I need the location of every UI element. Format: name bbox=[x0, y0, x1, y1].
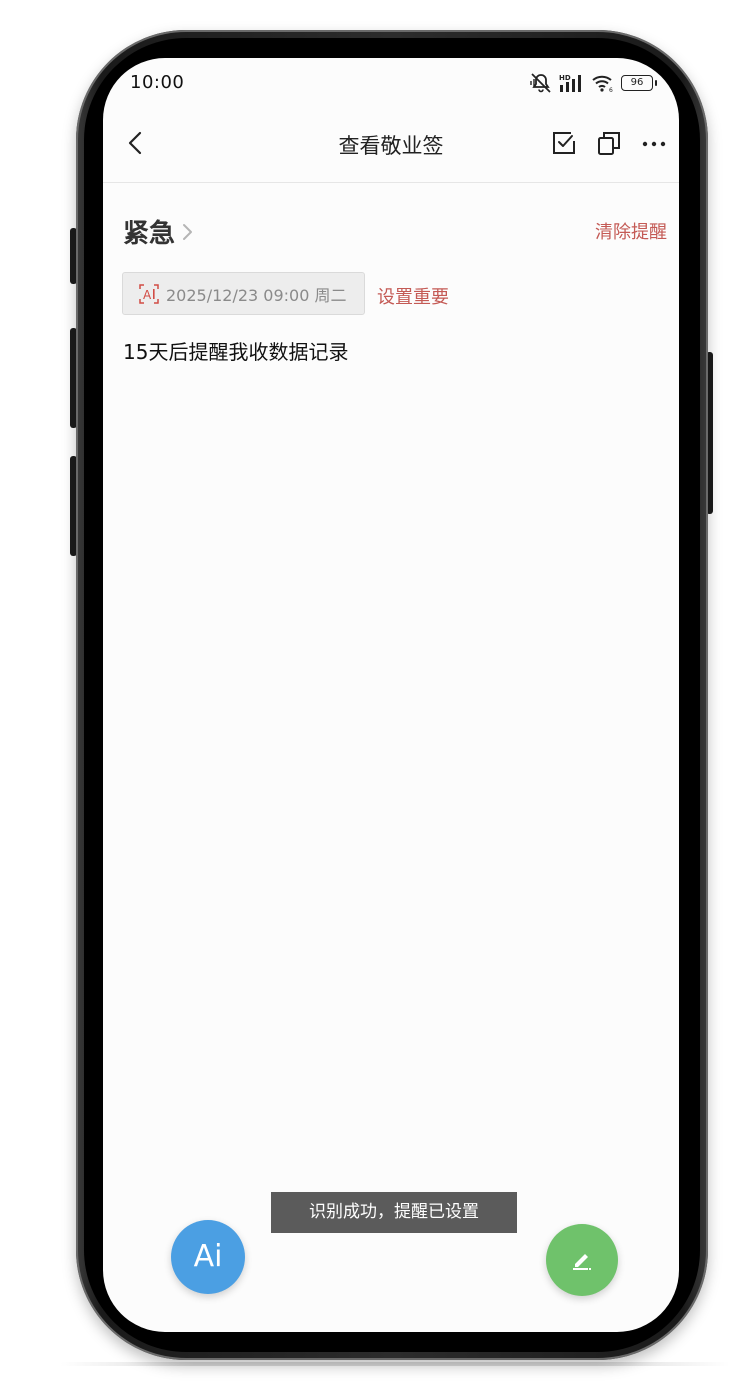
chevron-right-icon bbox=[183, 223, 193, 240]
clear-reminder-button[interactable]: 清除提醒 bbox=[595, 218, 667, 244]
complete-button[interactable] bbox=[549, 128, 579, 158]
status-bar: 10:00 HD 6 96 bbox=[103, 58, 679, 108]
reminder-datetime-chip[interactable]: A 2025/12/23 09:00 周二 bbox=[122, 272, 365, 315]
phone-screen: 10:00 HD 6 96 查看敬业签 紧急 清除提醒 A 2025/12/23… bbox=[103, 58, 679, 1332]
more-button[interactable] bbox=[639, 128, 669, 158]
page-title: 查看敬业签 bbox=[338, 134, 444, 158]
wifi-icon: 6 bbox=[592, 75, 613, 93]
checkbox-check-icon bbox=[553, 132, 575, 154]
svg-text:A: A bbox=[143, 288, 152, 302]
copy-button[interactable] bbox=[594, 128, 624, 158]
svg-text:6: 6 bbox=[609, 87, 613, 93]
reminder-datetime: 2025/12/23 09:00 周二 bbox=[166, 285, 347, 305]
note-content: 15天后提醒我收数据记录 bbox=[123, 340, 349, 364]
pencil-icon bbox=[573, 1254, 591, 1270]
ai-button[interactable]: Ai bbox=[171, 1220, 245, 1294]
battery-icon: 96 bbox=[621, 75, 657, 91]
more-dots-icon bbox=[642, 141, 666, 147]
status-icons: HD 6 96 bbox=[529, 72, 657, 94]
toast-message: 识别成功，提醒已设置 bbox=[271, 1192, 517, 1233]
battery-level: 96 bbox=[630, 77, 644, 88]
hd-signal-icon: HD bbox=[559, 74, 581, 92]
mute-icon bbox=[530, 73, 551, 93]
device-shadow bbox=[60, 1362, 730, 1366]
svg-text:HD: HD bbox=[559, 74, 571, 82]
status-time: 10:00 bbox=[130, 72, 185, 93]
toolbar: 查看敬业签 bbox=[103, 110, 679, 183]
ai-recognize-icon: A bbox=[139, 283, 159, 304]
edit-button[interactable] bbox=[546, 1224, 618, 1296]
set-important-button[interactable]: 设置重要 bbox=[377, 283, 449, 309]
category-selector[interactable]: 紧急 bbox=[123, 213, 195, 250]
category-label: 紧急 bbox=[123, 219, 176, 249]
copy-icon bbox=[598, 132, 620, 155]
